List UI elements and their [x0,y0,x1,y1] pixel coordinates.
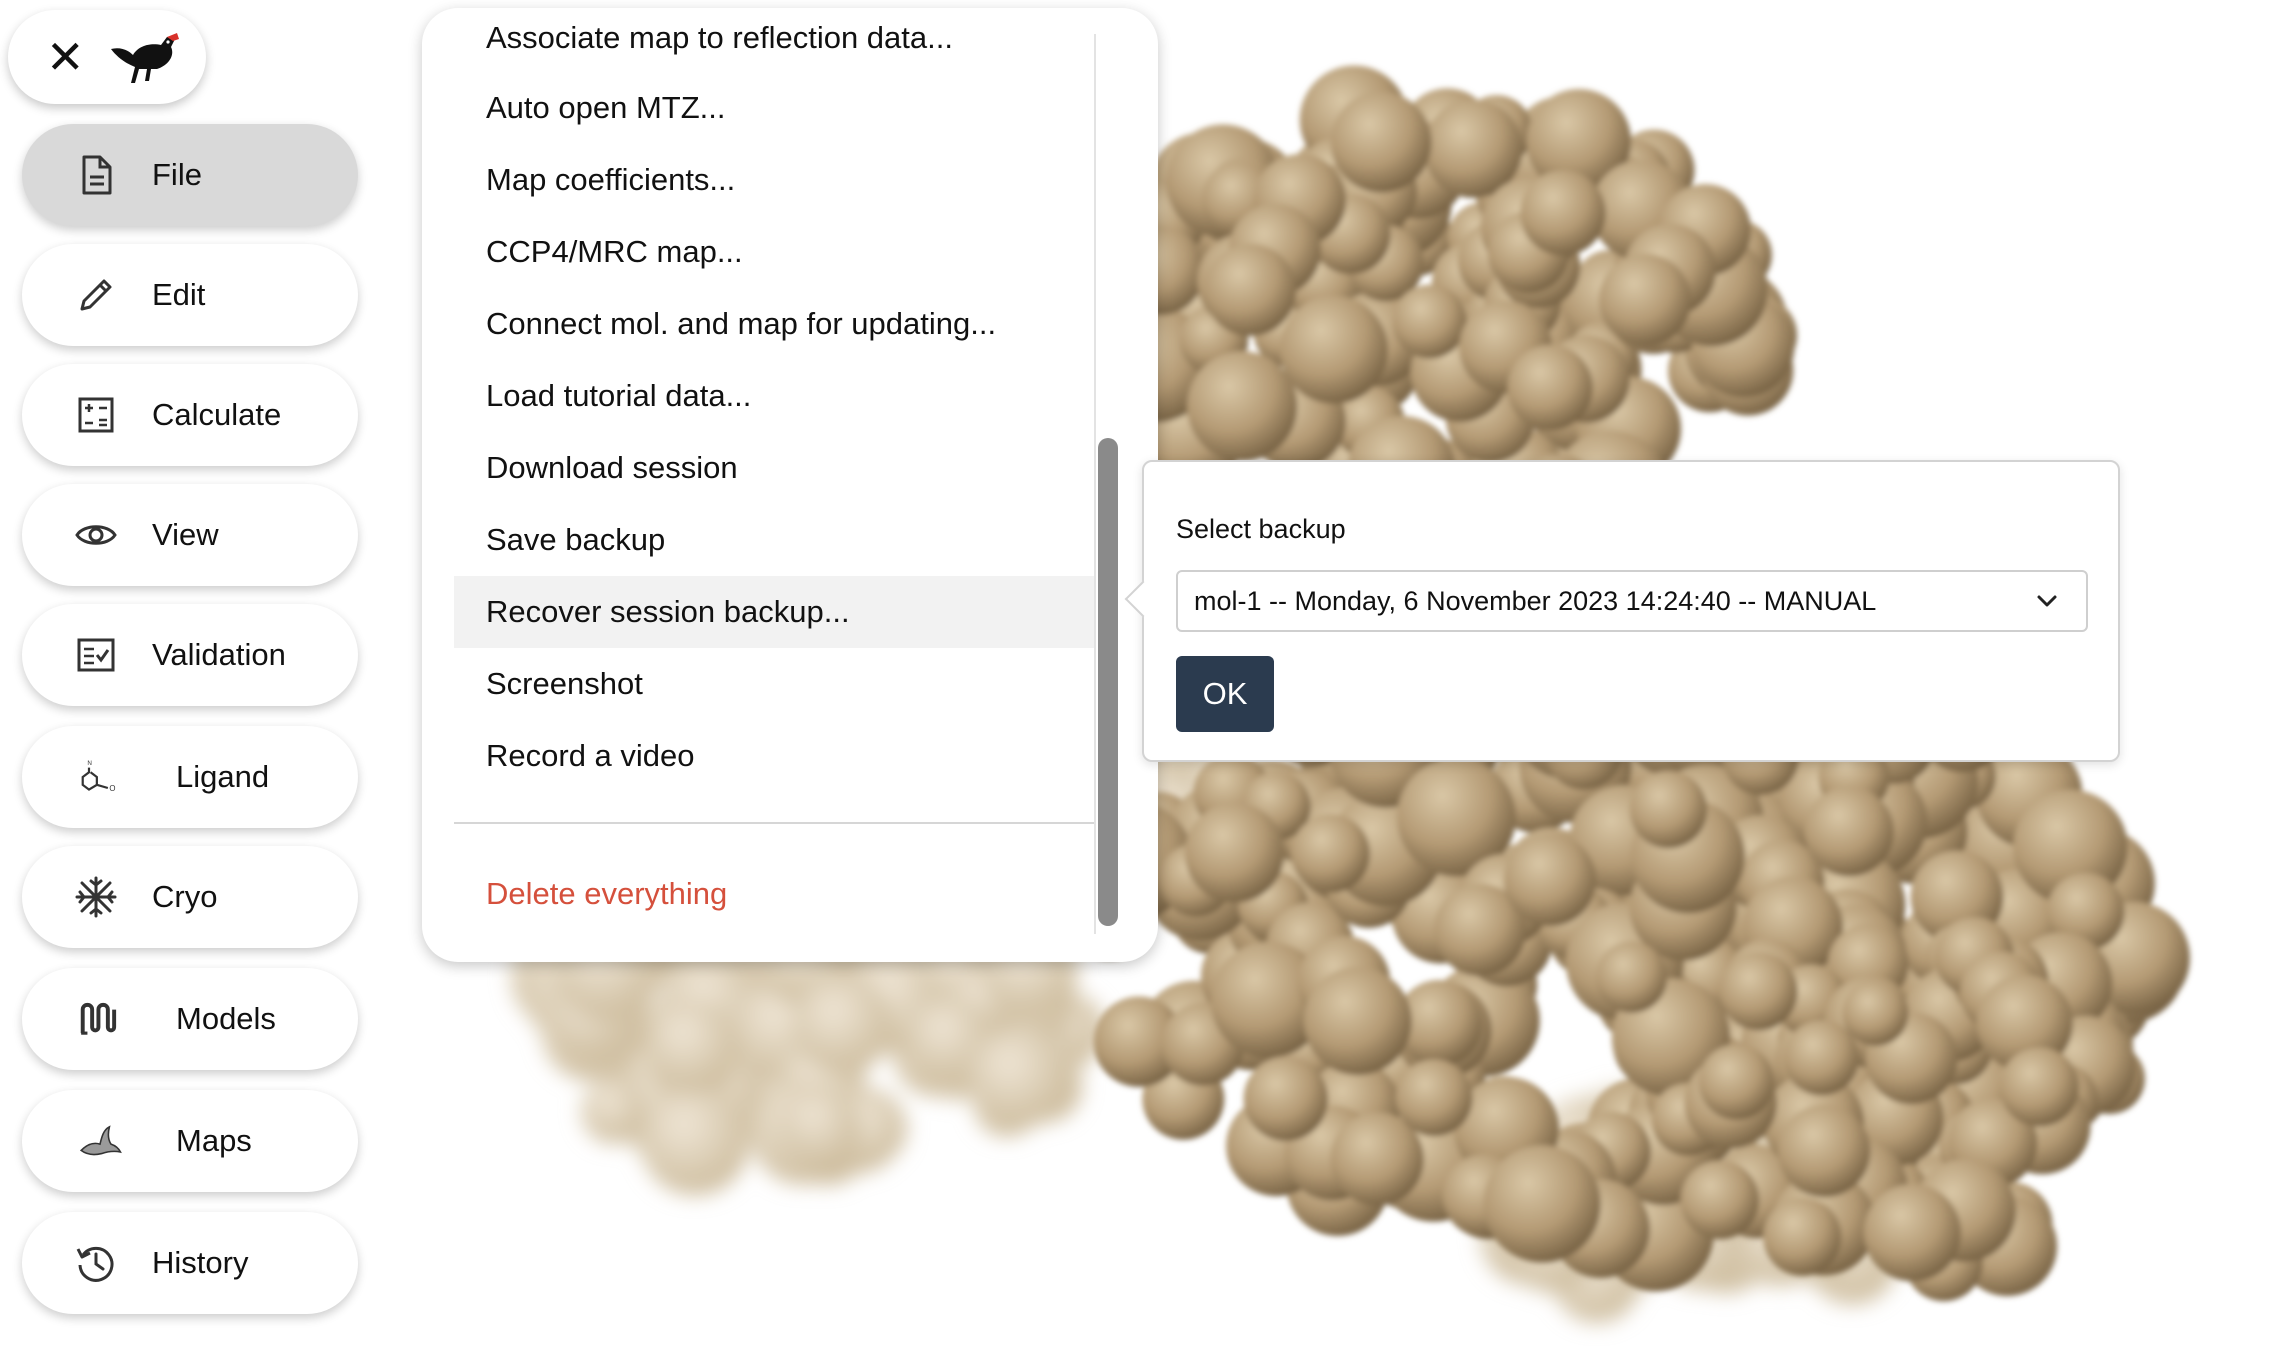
nav-label: History [152,1245,249,1280]
snowflake-icon [72,873,120,921]
backup-select-value: mol-1 -- Monday, 6 November 2023 14:24:4… [1194,585,1877,616]
surface-atom [1204,244,1296,336]
nav-label: File [152,157,202,192]
surface-atom [1291,814,1370,893]
surface-atom [1999,1047,2079,1127]
surface-atom [1719,952,1798,1031]
surface-atom [1279,295,1388,404]
surface-atom [1483,1145,1601,1263]
surface-atom [645,999,739,1093]
svg-text:N: N [87,760,92,767]
nav-view-button[interactable]: View [22,484,358,586]
surface-atom [968,1027,1070,1129]
moorhen-bird-icon [110,33,179,83]
maps-icon [72,1117,128,1165]
chevron-down-icon [2037,595,2057,607]
surface-atom [1778,1104,1871,1198]
surface-atom [581,1077,647,1144]
surface-atom [1330,91,1432,193]
menu-item-recover-backup[interactable]: Recover session backup... [454,576,1094,648]
nav-edit-button[interactable]: Edit [22,244,358,346]
pencil-icon [72,271,120,319]
file-menu: Associate map to reflection data... Auto… [422,8,1158,962]
menu-item-associate-map[interactable]: Associate map to reflection data... [454,8,1094,74]
surface-atom [1303,967,1412,1076]
surface-atom [1395,1059,1473,1137]
menu-item-record-video[interactable]: Record a video [454,720,1094,792]
popover-title: Select backup [1176,514,1346,544]
nav-file-button[interactable]: File [22,124,358,226]
surface-atom [1804,786,1894,877]
close-icon[interactable]: ✕ [46,34,85,80]
menu-item-screenshot[interactable]: Screenshot [454,648,1094,720]
surface-atom [794,976,892,1075]
nav-label: Edit [152,277,206,312]
nav-history-button[interactable]: History [22,1212,358,1314]
nav-maps-button[interactable]: Maps [22,1090,358,1192]
nav-label: Calculate [152,397,282,432]
surface-atom [1184,803,1285,903]
surface-atom [1680,1160,1760,1240]
menu-item-save-backup[interactable]: Save backup [454,504,1094,576]
surface-atom [1243,1056,1328,1141]
menu-item-auto-open-mtz[interactable]: Auto open MTZ... [454,72,1094,144]
menu-item-ccp4-mrc-map[interactable]: CCP4/MRC map... [454,216,1094,288]
history-icon [72,1239,120,1287]
scrollbar-track[interactable] [1094,34,1096,934]
surface-atom [1842,980,1909,1046]
scrollbar-thumb[interactable] [1098,438,1118,926]
surface-atom [1863,1184,1961,1282]
nav-validation-button[interactable]: Validation [22,604,358,706]
surface-atom [1698,1044,1775,1120]
nav-label: Validation [152,637,286,672]
surface-atom [779,1086,862,1168]
backup-select[interactable]: mol-1 -- Monday, 6 November 2023 14:24:4… [1176,570,2088,632]
nav-label: Models [176,1001,276,1036]
menu-item-load-tutorial[interactable]: Load tutorial data... [454,360,1094,432]
models-icon [72,995,128,1043]
surface-atom [1507,344,1593,431]
surface-atom [1392,284,1467,359]
menu-item-download-session[interactable]: Download session [454,432,1094,504]
menu-divider [454,822,1094,824]
surface-atom [1629,770,1708,849]
surface-atom [1599,254,1691,346]
menu-item-connect-mol-map[interactable]: Connect mol. and map for updating... [454,288,1094,360]
calculator-icon [72,391,120,439]
document-icon [72,151,120,199]
surface-atom [1595,941,1668,1013]
nav-label: Cryo [152,879,218,914]
menu-item-delete-everything[interactable]: Delete everything [454,858,1094,930]
nav-cryo-button[interactable]: Cryo [22,846,358,948]
nav-ligand-button[interactable]: NO Ligand [22,726,358,828]
nav-label: Maps [176,1123,252,1158]
ok-button[interactable]: OK [1176,656,1274,732]
surface-atom [1783,1020,1859,1096]
surface-atom [1504,834,1596,926]
menu-toggle-pill[interactable]: ✕ [8,10,206,104]
menu-item-map-coefficients[interactable]: Map coefficients... [454,144,1094,216]
surface-atom [1763,1197,1842,1276]
surface-atom [640,1085,750,1196]
select-backup-popover: Select backup mol-1 -- Monday, 6 Novembe… [1124,460,2120,762]
molecule-icon: NO [72,753,128,801]
checklist-icon [72,631,120,679]
nav-calculate-button[interactable]: Calculate [22,364,358,466]
nav-models-button[interactable]: Models [22,968,358,1070]
eye-icon [72,511,120,559]
surface-atom [1187,351,1298,462]
nav-label: View [152,517,219,552]
svg-text:O: O [109,784,115,793]
nav-label: Ligand [176,759,270,794]
surface-atom [1520,170,1606,256]
